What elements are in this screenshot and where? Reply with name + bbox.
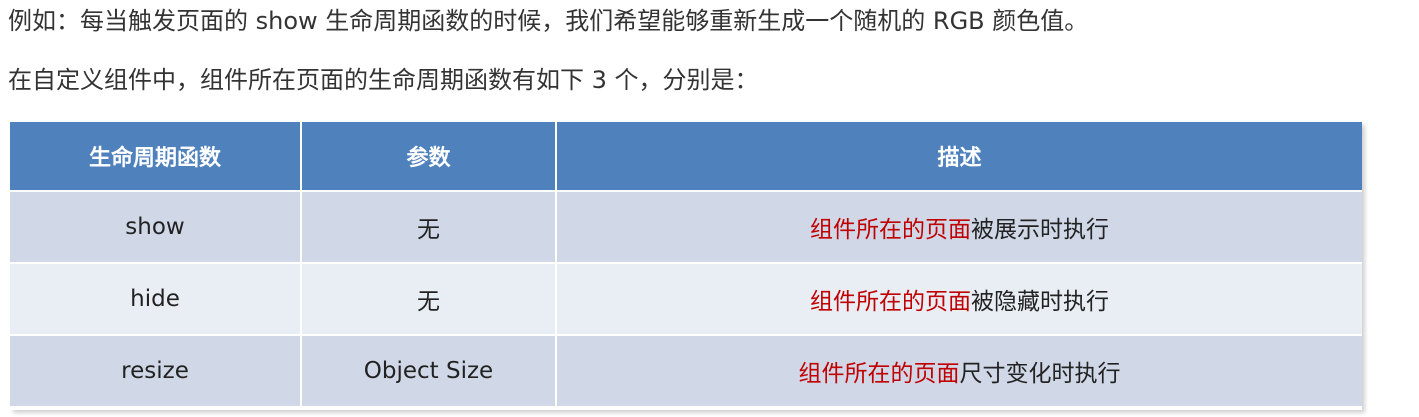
function-cell: hide [10, 264, 302, 336]
parameter-cell: 无 [302, 264, 557, 336]
description-highlight: 组件所在的页面 [798, 361, 960, 387]
description-highlight: 组件所在的页面 [810, 217, 971, 243]
table-row: hide 无 组件所在的页面被隐藏时执行 [10, 264, 1362, 336]
parameter-cell: 无 [302, 192, 557, 264]
description-text: 被展示时执行 [971, 217, 1109, 243]
table-row: show 无 组件所在的页面被展示时执行 [10, 192, 1362, 264]
description-cell: 组件所在的页面被展示时执行 [557, 192, 1362, 264]
lead-paragraph: 在自定义组件中，组件所在页面的生命周期函数有如下 3 个，分别是： [8, 66, 759, 94]
description-highlight: 组件所在的页面 [810, 289, 971, 315]
header-lifecycle-function: 生命周期函数 [10, 122, 302, 192]
intro-paragraph: 例如：每当触发页面的 show 生命周期函数的时候，我们希望能够重新生成一个随机… [8, 7, 1089, 35]
description-text: 被隐藏时执行 [971, 289, 1109, 315]
description-cell: 组件所在的页面被隐藏时执行 [557, 264, 1362, 336]
header-description: 描述 [557, 122, 1362, 192]
description-cell: 组件所在的页面尺寸变化时执行 [557, 336, 1362, 406]
parameter-cell: Object Size [302, 336, 557, 406]
header-parameter: 参数 [302, 122, 557, 192]
table-header-row: 生命周期函数 参数 描述 [10, 122, 1362, 192]
lifecycle-table: 生命周期函数 参数 描述 show 无 组件所在的页面被展示时执行 hide 无… [10, 122, 1362, 410]
function-cell: show [10, 192, 302, 264]
description-text: 尺寸变化时执行 [959, 361, 1121, 387]
function-cell: resize [10, 336, 302, 406]
table-row: resize Object Size 组件所在的页面尺寸变化时执行 [10, 336, 1362, 406]
